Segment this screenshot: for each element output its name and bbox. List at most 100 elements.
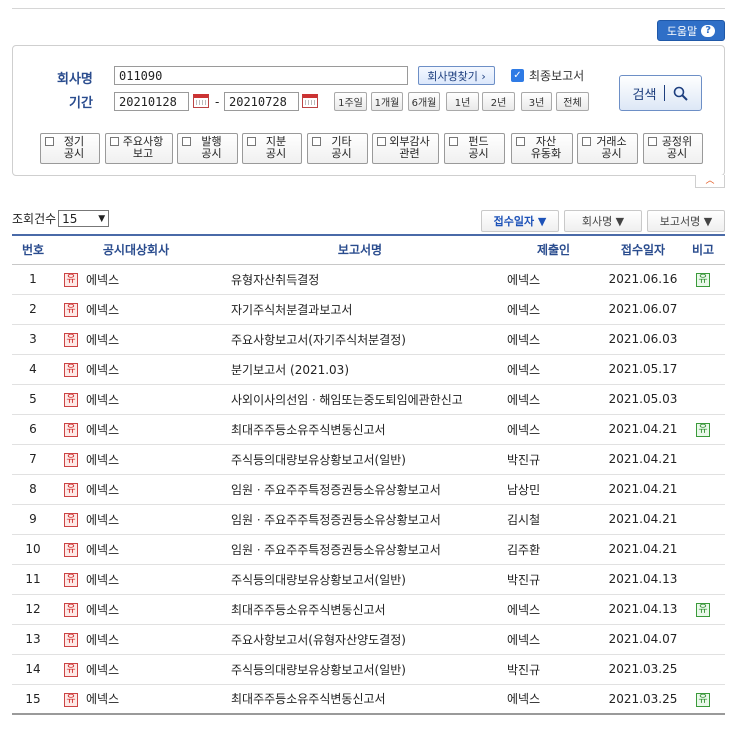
row-number: 7 [12,444,54,475]
company-cell[interactable]: 유 에넥스 [54,654,218,685]
checkbox-icon[interactable] [110,137,119,146]
company-cell[interactable]: 유 에넥스 [54,324,218,355]
chevron-up-icon: ︿ [705,176,715,186]
report-link[interactable]: 주식등의대량보유상황보고서(일반) [218,444,502,475]
report-link[interactable]: 주식등의대량보유상황보고서(일반) [218,654,502,685]
note-cell [681,654,725,685]
note-badge-icon: 유 [696,423,710,437]
company-cell[interactable]: 유 에넥스 [54,684,218,715]
company-link[interactable]: 에넥스 [86,573,119,587]
category-exchange-button[interactable]: 거래소 공시 [577,133,638,164]
report-link[interactable]: 자기주식처분결과보고서 [218,294,502,325]
submitter-cell: 박진규 [502,654,605,685]
company-link[interactable]: 에넥스 [86,333,119,347]
checkbox-icon[interactable] [45,137,54,146]
company-cell[interactable]: 유 에넥스 [54,624,218,655]
search-button[interactable]: 검색 [619,75,702,111]
checkbox-icon[interactable] [516,137,525,146]
report-link[interactable]: 최대주주등소유주식변동신고서 [218,414,502,445]
checkbox-icon[interactable] [648,137,657,146]
category-fund-button[interactable]: 펀드 공시 [444,133,505,164]
company-cell[interactable]: 유 에넥스 [54,294,218,325]
calendar-icon[interactable] [302,94,318,108]
help-label: 도움말 [666,24,698,38]
company-input[interactable]: 011090 [114,66,408,85]
report-link[interactable]: 분기보고서 (2021.03) [218,354,502,385]
company-link[interactable]: 에넥스 [86,633,119,647]
company-link[interactable]: 에넥스 [86,423,119,437]
company-cell[interactable]: 유 에넥스 [54,264,218,295]
table-row: 8 유 에넥스 임원ㆍ주요주주특정증권등소유상황보고서 남상민 2021.04.21 [12,474,725,505]
market-badge-icon: 유 [64,603,78,617]
company-link[interactable]: 에넥스 [86,513,119,527]
sort-by-date-button[interactable]: 접수일자 ▼ [481,210,559,232]
company-cell[interactable]: 유 에넥스 [54,534,218,565]
company-link[interactable]: 에넥스 [86,273,119,287]
report-link[interactable]: 최대주주등소유주식변동신고서 [218,594,502,625]
category-abs-button[interactable]: 자산 유동화 [511,133,573,164]
company-cell[interactable]: 유 에넥스 [54,384,218,415]
company-link[interactable]: 에넥스 [86,453,119,467]
company-cell[interactable]: 유 에넥스 [54,564,218,595]
company-link[interactable]: 에넥스 [86,603,119,617]
note-cell: 유 [681,264,725,295]
period-all-button[interactable]: 전체 [556,92,589,111]
checkbox-icon[interactable] [449,137,458,146]
collapse-panel-button[interactable]: ︿ [695,175,725,188]
submitter-cell: 김시철 [502,504,605,535]
report-link[interactable]: 사외이사의선임ㆍ해임또는중도퇴임에관한신고 [218,384,502,415]
period-6month-button[interactable]: 6개월 [408,92,440,111]
sort-by-report-button[interactable]: 보고서명 ▼ [647,210,725,232]
report-link[interactable]: 유형자산취득결정 [218,264,502,295]
checkbox-icon[interactable] [247,137,256,146]
category-periodic-button[interactable]: 정기 공시 [40,133,100,164]
company-cell[interactable]: 유 에넥스 [54,504,218,535]
period-2year-button[interactable]: 2년 [482,92,515,111]
category-major-button[interactable]: 주요사항 보고 [105,133,173,164]
checkbox-icon[interactable] [312,137,321,146]
category-ftc-button[interactable]: 공정위 공시 [643,133,703,164]
checkbox-icon[interactable] [377,137,386,146]
report-link[interactable]: 주요사항보고서(유형자산양도결정) [218,624,502,655]
company-cell[interactable]: 유 에넥스 [54,414,218,445]
note-cell [681,444,725,475]
category-audit-button[interactable]: 외부감사 관련 [372,133,439,164]
count-select[interactable]: 15 ▼ [58,210,110,227]
date-to-input[interactable]: 20210728 [224,92,299,111]
checkbox-icon[interactable] [582,137,591,146]
company-link[interactable]: 에넥스 [86,303,119,317]
help-button[interactable]: 도움말 ? [657,20,725,41]
table-row: 2 유 에넥스 자기주식처분결과보고서 에넥스 2021.06.07 [12,294,725,325]
company-link[interactable]: 에넥스 [86,393,119,407]
row-number: 5 [12,384,54,415]
calendar-icon[interactable] [193,94,209,108]
note-cell [681,324,725,355]
report-link[interactable]: 주요사항보고서(자기주식처분결정) [218,324,502,355]
category-other-button[interactable]: 기타 공시 [307,133,368,164]
period-3year-button[interactable]: 3년 [521,92,552,111]
report-link[interactable]: 임원ㆍ주요주주특정증권등소유상황보고서 [218,504,502,535]
company-link[interactable]: 에넥스 [86,692,119,706]
sort-by-company-button[interactable]: 회사명 ▼ [564,210,642,232]
company-link[interactable]: 에넥스 [86,543,119,557]
company-link[interactable]: 에넥스 [86,483,119,497]
period-1month-button[interactable]: 1개월 [371,92,403,111]
period-1year-button[interactable]: 1년 [446,92,479,111]
company-cell[interactable]: 유 에넥스 [54,444,218,475]
report-link[interactable]: 주식등의대량보유상황보고서(일반) [218,564,502,595]
period-1week-button[interactable]: 1주일 [334,92,367,111]
report-link[interactable]: 임원ㆍ주요주주특정증권등소유상황보고서 [218,474,502,505]
company-link[interactable]: 에넥스 [86,663,119,677]
company-link[interactable]: 에넥스 [86,363,119,377]
report-link[interactable]: 임원ㆍ주요주주특정증권등소유상황보고서 [218,534,502,565]
company-cell[interactable]: 유 에넥스 [54,594,218,625]
company-cell[interactable]: 유 에넥스 [54,354,218,385]
date-from-input[interactable]: 20210128 [114,92,189,111]
find-company-button[interactable]: 회사명찾기 › [418,66,495,85]
checkbox-icon[interactable] [182,137,191,146]
report-link[interactable]: 최대주주등소유주식변동신고서 [218,684,502,715]
company-cell[interactable]: 유 에넥스 [54,474,218,505]
category-issuance-button[interactable]: 발행 공시 [177,133,238,164]
final-report-checkbox[interactable]: ✓ [511,69,524,82]
category-equity-button[interactable]: 지분 공시 [242,133,302,164]
